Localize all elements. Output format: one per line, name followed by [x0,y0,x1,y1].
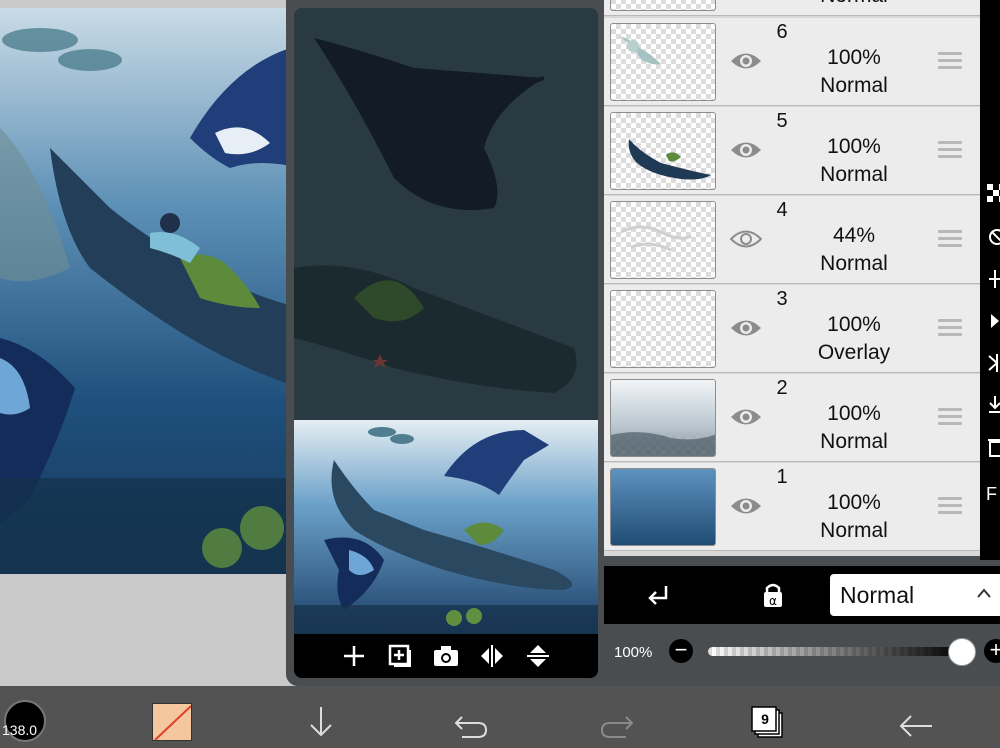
clipping-arrow-icon[interactable] [644,580,674,610]
layer-blend-mode: Normal [820,519,888,542]
blend-mode-value: Normal [840,582,915,608]
layer-row-partial[interactable]: Normal [604,0,980,16]
opacity-decrease-button[interactable]: − [669,639,693,663]
redo-icon[interactable] [600,706,634,746]
layer-opacity: 100% [827,135,881,158]
merge-icon[interactable] [987,352,1000,374]
visibility-eye-icon[interactable] [730,48,762,74]
layer-number: 6 [776,21,788,43]
layer-thumbnail [610,23,716,101]
opacity-slider-knob[interactable] [948,638,976,666]
layer-row-3[interactable]: 3 100% Overlay [604,285,980,373]
svg-text:α: α [769,594,777,608]
layer-thumbnail [610,290,716,368]
layer-thumbnail [610,112,716,190]
layer-opacity: 100% [827,491,881,514]
chevron-up-icon [977,588,991,598]
layer-opacity: 100% [827,313,881,336]
layer-number: 5 [776,110,788,132]
layer-thumbnail [610,0,716,11]
layer-blend-mode: Normal [820,430,888,453]
color-swatch-button[interactable] [152,703,192,741]
layer-blend-mode: Normal [820,163,888,186]
flip-horizontal-button[interactable] [479,643,505,669]
drag-handle-icon[interactable] [938,230,962,248]
flip-horizontal-icon [481,645,503,667]
opacity-label: 100% [614,644,653,661]
layer-number: 3 [776,288,788,310]
flip-vertical-icon [527,645,549,667]
add-layer-button[interactable] [341,643,367,669]
layer-opacity: 100% [827,402,881,425]
layer-thumbnail [610,379,716,457]
brush-size-value: 138.0 [2,722,38,738]
layer-number: 2 [776,377,788,399]
layer-opacity: 100% [827,46,881,69]
import-photo-button[interactable] [433,643,459,669]
visibility-eye-icon[interactable] [730,315,762,341]
bottom-toolbar [0,686,1000,748]
preview-toolbar [294,634,598,678]
layer-blend-mode: Normal [820,252,888,275]
visibility-eye-icon[interactable] [730,137,762,163]
flip-icon[interactable] [987,310,1000,332]
right-strip-letter[interactable]: F [986,484,997,505]
selected-layer-preview [294,8,598,420]
layer-row-2[interactable]: 2 100% Normal [604,374,980,462]
drag-handle-icon[interactable] [938,408,962,426]
undo-icon[interactable] [454,706,488,746]
plus-icon [344,646,364,666]
opacity-controls: 100% − + [604,624,1000,678]
blend-controls: α Normal [604,566,1000,624]
clear-layer-icon[interactable] [987,226,1000,248]
download-arrow-icon[interactable] [306,702,336,742]
trash-icon[interactable] [987,436,1000,458]
layer-blend-mode: Overlay [817,341,891,364]
layer-blend-mode: Normal [794,0,914,8]
drag-handle-icon[interactable] [938,141,962,159]
opacity-increase-button[interactable]: + [984,639,1000,663]
visibility-eye-icon[interactable] [729,226,763,252]
opacity-slider-track[interactable] [708,647,962,656]
drag-handle-icon[interactable] [938,497,962,515]
layer-count-value: 9 [761,711,769,727]
layer-row-1[interactable]: 1 100% Normal [604,463,980,551]
visibility-eye-icon[interactable] [730,493,762,519]
layer-number: 1 [776,466,788,488]
duplicate-layer-button[interactable] [387,643,413,669]
layer-number: 4 [776,199,788,221]
layer-blend-mode: Normal [820,74,888,97]
ibis-paint-app: Normal 6 100% Normal 5 100% Norma [0,0,1000,748]
layer-preview-window [294,8,598,678]
layer-thumbnail [610,201,716,279]
layer-row-5[interactable]: 5 100% Normal [604,107,980,195]
layer-thumbnail [610,468,716,546]
layer-row-6[interactable]: 6 100% Normal [604,18,980,106]
canvas-artwork[interactable] [0,8,300,574]
blend-mode-select[interactable]: Normal [830,574,1000,616]
alpha-lock-icon[interactable]: α [758,580,788,610]
move-icon[interactable] [987,268,1000,290]
flip-vertical-button[interactable] [525,643,551,669]
layer-list: Normal 6 100% Normal 5 100% Norma [604,0,980,556]
canvas-thumbnail [294,420,598,634]
camera-icon [434,646,458,666]
drag-handle-icon[interactable] [938,319,962,337]
transparent-fill-icon[interactable] [987,184,1000,206]
duplicate-icon [388,644,411,667]
layer-row-4[interactable]: 4 44% Normal [604,196,980,284]
visibility-eye-icon[interactable] [730,404,762,430]
drag-handle-icon[interactable] [938,52,962,70]
layer-opacity: 44% [832,224,876,247]
merge-down-icon[interactable] [987,394,1000,416]
back-arrow-icon[interactable] [898,706,934,746]
layer-tools-strip: F [980,0,1000,560]
